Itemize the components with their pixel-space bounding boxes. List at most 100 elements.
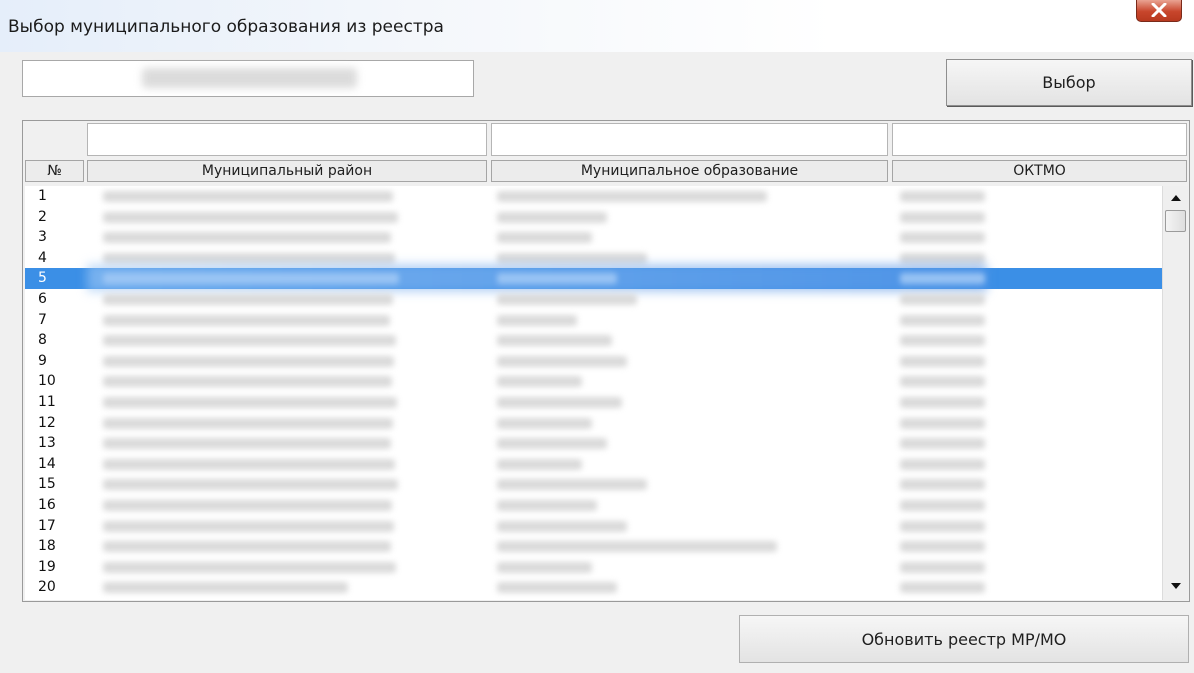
title-bar: Выбор муниципального образования из реес… bbox=[0, 0, 1194, 52]
table-row[interactable]: 12 bbox=[25, 413, 1162, 434]
blurred-district-cell bbox=[103, 417, 393, 429]
blurred-oktmo-cell bbox=[900, 273, 985, 285]
blurred-municipality-cell bbox=[497, 541, 777, 553]
table-row[interactable]: 20 bbox=[25, 577, 1162, 598]
arrow-up-icon bbox=[1170, 195, 1181, 201]
refresh-registry-button[interactable]: Обновить реестр МР/МО bbox=[739, 615, 1189, 663]
blurred-municipality-cell bbox=[497, 314, 577, 326]
window-title: Выбор муниципального образования из реес… bbox=[8, 17, 444, 37]
blurred-district-cell bbox=[103, 541, 391, 553]
filter-municipality-input[interactable] bbox=[491, 123, 888, 156]
registry-list[interactable]: 1 2 3 4 5 6 7 8 9 10 11 12 13 14 15 16 17 18 19 20 bbox=[25, 186, 1162, 600]
blurred-district-cell bbox=[103, 376, 392, 388]
blurred-oktmo-cell bbox=[900, 211, 985, 223]
table-row[interactable]: 16 bbox=[25, 495, 1162, 516]
blurred-municipality-cell bbox=[497, 191, 767, 202]
scroll-down-button[interactable] bbox=[1165, 576, 1186, 596]
table-row[interactable]: 13 bbox=[25, 433, 1162, 454]
table-row[interactable]: 6 bbox=[25, 289, 1162, 310]
blurred-municipality-cell bbox=[497, 561, 592, 573]
municipality-selection-window: Выбор муниципального образования из реес… bbox=[0, 0, 1194, 673]
table-row[interactable]: 3 bbox=[25, 227, 1162, 248]
blurred-oktmo-cell bbox=[900, 191, 985, 202]
blurred-municipality-cell bbox=[497, 211, 607, 223]
close-icon bbox=[1151, 3, 1167, 17]
blurred-oktmo-cell bbox=[900, 232, 985, 244]
blurred-district-cell bbox=[103, 438, 391, 450]
blurred-oktmo-cell bbox=[900, 252, 985, 264]
row-number: 7 bbox=[38, 311, 47, 328]
filter-oktmo-input[interactable] bbox=[892, 123, 1187, 156]
blurred-district-cell bbox=[103, 355, 394, 367]
blurred-municipality-cell bbox=[497, 232, 592, 244]
row-number: 19 bbox=[38, 558, 56, 575]
scroll-up-button[interactable] bbox=[1165, 188, 1186, 208]
table-row[interactable]: 9 bbox=[25, 351, 1162, 372]
table-row[interactable]: 2 bbox=[25, 207, 1162, 228]
filter-district-input[interactable] bbox=[87, 123, 487, 156]
blurred-oktmo-cell bbox=[900, 438, 985, 450]
vertical-scrollbar[interactable] bbox=[1162, 186, 1188, 600]
blurred-municipality-cell bbox=[497, 417, 592, 429]
row-number: 13 bbox=[38, 435, 56, 452]
table-row[interactable]: 7 bbox=[25, 310, 1162, 331]
blurred-district-cell bbox=[103, 479, 398, 491]
row-number: 2 bbox=[38, 208, 47, 225]
blurred-municipality-cell bbox=[497, 294, 637, 305]
row-number: 16 bbox=[38, 497, 56, 513]
blurred-district-cell bbox=[103, 314, 390, 326]
row-number: 4 bbox=[38, 249, 47, 266]
blurred-oktmo-cell bbox=[900, 582, 985, 594]
column-header-district[interactable]: Муниципальный район bbox=[87, 160, 487, 182]
table-row[interactable]: 15 bbox=[25, 474, 1162, 495]
table-row[interactable]: 14 bbox=[25, 454, 1162, 475]
table-row[interactable]: 18 bbox=[25, 536, 1162, 557]
row-number: 6 bbox=[38, 291, 47, 307]
blurred-oktmo-cell bbox=[900, 294, 985, 305]
blurred-district-cell bbox=[103, 335, 396, 347]
blurred-district-cell bbox=[103, 561, 396, 573]
blurred-municipality-cell bbox=[497, 582, 617, 594]
row-number: 3 bbox=[38, 229, 47, 246]
search-input[interactable] bbox=[22, 60, 474, 97]
table-row[interactable]: 4 bbox=[25, 248, 1162, 269]
blurred-oktmo-cell bbox=[900, 355, 985, 367]
blurred-oktmo-cell bbox=[900, 376, 985, 388]
table-row[interactable]: 11 bbox=[25, 392, 1162, 413]
blurred-municipality-cell bbox=[497, 500, 597, 511]
scroll-track[interactable] bbox=[1163, 236, 1188, 576]
row-number: 17 bbox=[38, 517, 56, 534]
row-number: 20 bbox=[38, 579, 56, 596]
select-button[interactable]: Выбор bbox=[946, 59, 1192, 106]
column-header-number[interactable]: № bbox=[25, 160, 84, 182]
blurred-oktmo-cell bbox=[900, 500, 985, 511]
row-number: 8 bbox=[38, 332, 47, 349]
blurred-oktmo-cell bbox=[900, 458, 985, 470]
blurred-municipality-cell bbox=[497, 335, 612, 347]
scroll-thumb[interactable] bbox=[1165, 210, 1186, 232]
blurred-oktmo-cell bbox=[900, 417, 985, 429]
table-row[interactable]: 17 bbox=[25, 516, 1162, 537]
blurred-municipality-cell bbox=[497, 397, 622, 408]
column-header-municipality[interactable]: Муниципальное образование bbox=[491, 160, 888, 182]
blurred-district-cell bbox=[103, 211, 398, 223]
blurred-district-cell bbox=[103, 191, 393, 202]
column-header-oktmo[interactable]: ОКТМО bbox=[892, 160, 1187, 182]
blurred-district-cell bbox=[103, 252, 395, 264]
blurred-municipality-cell bbox=[497, 520, 627, 532]
table-row[interactable]: 1 bbox=[25, 186, 1162, 207]
blurred-municipality-cell bbox=[497, 376, 582, 388]
table-row[interactable]: 10 bbox=[25, 371, 1162, 392]
row-number: 11 bbox=[38, 394, 56, 410]
table-row[interactable]: 19 bbox=[25, 557, 1162, 578]
blurred-municipality-cell bbox=[497, 438, 607, 450]
table-row[interactable]: 5 bbox=[25, 264, 1162, 293]
blurred-oktmo-cell bbox=[900, 541, 985, 553]
blurred-oktmo-cell bbox=[900, 335, 985, 347]
blurred-district-cell bbox=[103, 397, 397, 408]
blurred-district-cell bbox=[103, 273, 399, 285]
close-button[interactable] bbox=[1136, 0, 1182, 22]
blurred-oktmo-cell bbox=[900, 561, 985, 573]
row-number: 9 bbox=[38, 352, 47, 369]
table-row[interactable]: 8 bbox=[25, 330, 1162, 351]
